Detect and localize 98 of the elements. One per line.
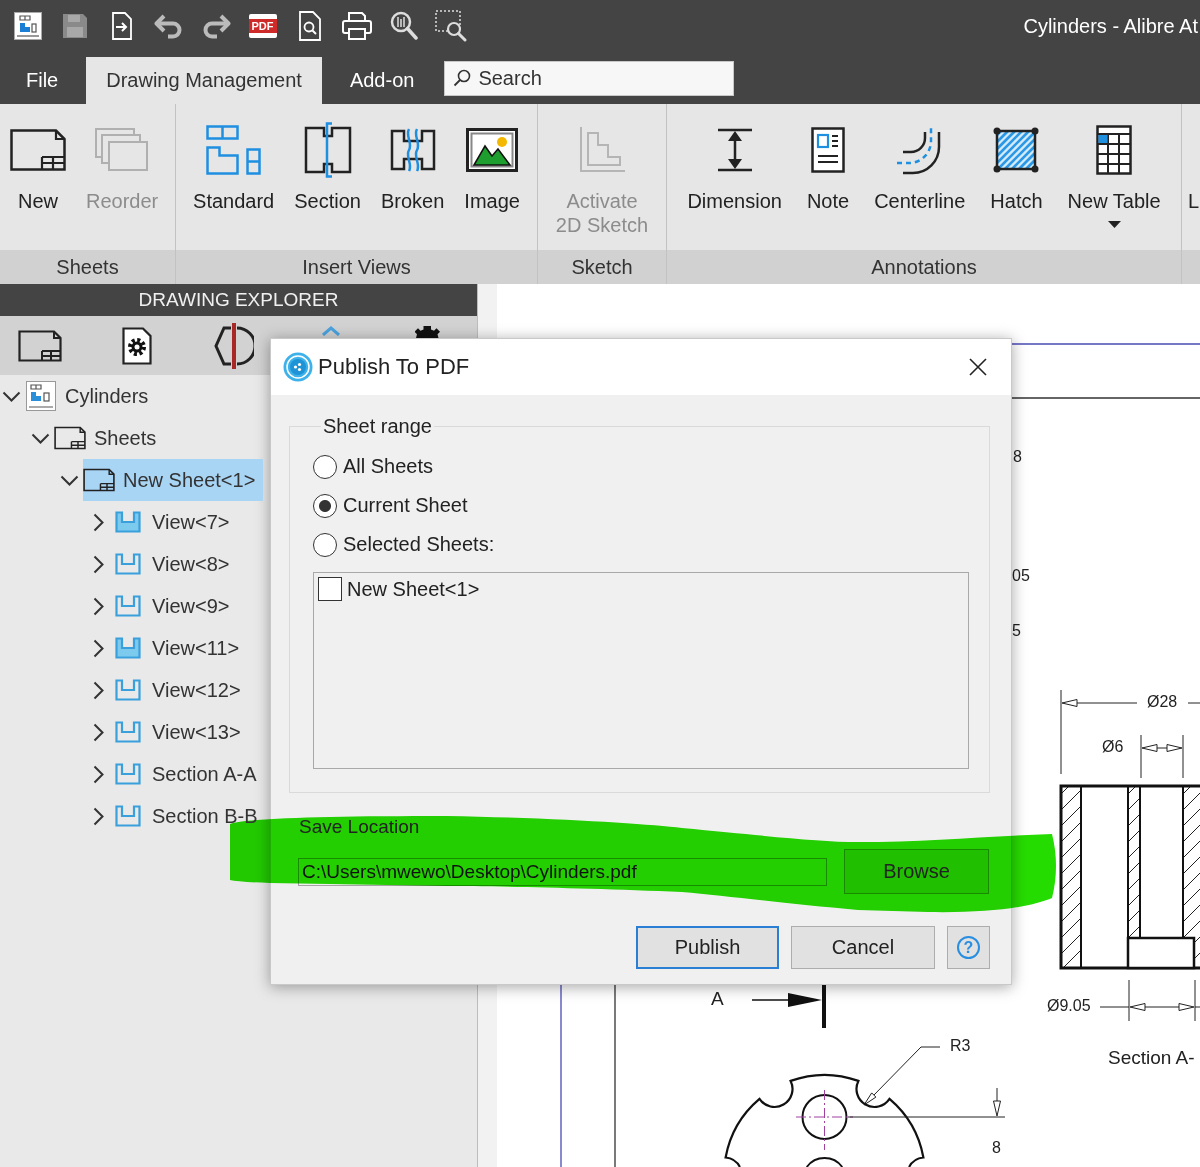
ribbon-button[interactable]: L <box>1188 122 1200 250</box>
dimension-label: 8 <box>992 1139 1001 1157</box>
chevron-right-icon[interactable] <box>92 806 104 826</box>
dimension-label: Ø6 <box>1102 738 1124 756</box>
checkbox[interactable] <box>318 577 342 601</box>
ribbon-group-label: Insert Views <box>302 255 411 279</box>
sketch-axes-icon <box>578 127 626 173</box>
picture-icon <box>466 128 519 172</box>
group-label: Sheet range <box>322 414 433 438</box>
dimension-label: R3 <box>950 1037 971 1055</box>
browse-button[interactable]: Browse <box>844 849 989 894</box>
sheet-icon <box>83 468 115 492</box>
menu-tab[interactable]: Add-on <box>329 57 435 104</box>
ribbon-button[interactable]: Dimension <box>687 122 782 250</box>
panel-title: DRAWING EXPLORER <box>0 284 477 316</box>
view-layout-icon <box>206 125 262 175</box>
settings-document-icon[interactable] <box>122 326 152 365</box>
pdf-button[interactable]: PDF <box>248 14 277 38</box>
tree-item[interactable]: Cylinders <box>25 375 157 417</box>
tree-item[interactable]: View<12> <box>112 669 249 711</box>
ribbon-button[interactable]: Centerline <box>874 122 966 250</box>
radio-button[interactable] <box>313 532 337 557</box>
search-field[interactable]: Search <box>444 60 735 96</box>
zoom-icon[interactable] <box>389 11 418 41</box>
view-caption: Section A- <box>1108 1047 1195 1068</box>
dimension-label: 8 <box>1013 448 1022 466</box>
chevron-right-icon[interactable] <box>92 638 104 658</box>
sheet-icon <box>10 129 66 171</box>
tree-item[interactable]: View<13> <box>112 711 249 753</box>
stacked-sheets-icon <box>95 128 150 172</box>
ribbon-button[interactable]: New <box>10 122 66 250</box>
tree-item[interactable]: Section B-B <box>112 795 266 837</box>
print-preview-icon[interactable] <box>298 11 321 41</box>
chevron-down-icon[interactable] <box>30 432 50 444</box>
note-icon <box>811 127 845 173</box>
radio-label: All Sheets <box>343 455 434 478</box>
ribbon-button[interactable]: Note <box>806 122 850 250</box>
ribbon-group-label: Annotations <box>871 255 977 279</box>
tree-item[interactable]: View<11> <box>112 627 248 669</box>
ribbon-button[interactable]: New Table <box>1067 122 1161 250</box>
dimension-label: Ø28 <box>1147 693 1178 711</box>
ribbon-button[interactable]: Broken <box>380 122 445 250</box>
radio-button[interactable] <box>313 493 337 518</box>
section-view-icon <box>303 122 352 178</box>
search-icon <box>453 68 472 87</box>
checkbox-label: New Sheet<1> <box>347 577 480 601</box>
chevron-right-icon[interactable] <box>92 554 104 574</box>
drawing-icon <box>26 381 56 411</box>
broken-view-icon <box>389 128 436 172</box>
chevron-right-icon[interactable] <box>92 680 104 700</box>
radio-label: Current Sheet <box>343 494 468 517</box>
dimension-icon <box>716 128 753 172</box>
ribbon-group-label: Sketch <box>571 255 633 279</box>
chevron-right-icon[interactable] <box>92 764 104 784</box>
chevron-down-icon[interactable] <box>1 390 21 402</box>
radio-label: Selected Sheets: <box>343 533 495 556</box>
ribbon-group-label: Sheets <box>56 255 119 279</box>
gear-icon[interactable] <box>415 326 441 338</box>
tree-item[interactable]: View<9> <box>112 585 238 627</box>
caret-down-icon[interactable] <box>1107 221 1121 228</box>
ribbon-button[interactable]: Hatch <box>990 122 1043 250</box>
close-icon[interactable] <box>969 358 987 376</box>
cutting-plane-label: A <box>711 988 724 1009</box>
publish-button[interactable]: Publish <box>636 926 779 969</box>
dimension-label: 5 <box>1012 622 1021 640</box>
chevron-down-icon[interactable] <box>59 474 79 486</box>
undo-icon[interactable] <box>153 13 184 39</box>
ribbon-button[interactable]: Image <box>464 122 520 250</box>
tree-item[interactable]: Sheets <box>54 417 165 459</box>
sheet-icon[interactable] <box>18 329 62 362</box>
chevron-right-icon[interactable] <box>92 596 104 616</box>
ribbon-button[interactable]: Section <box>294 122 361 250</box>
dimension-label: 05 <box>1012 567 1030 585</box>
menu-tab[interactable]: File <box>6 57 79 104</box>
hatch-icon <box>993 127 1040 173</box>
app-icon[interactable] <box>13 12 42 40</box>
chevron-right-icon[interactable] <box>92 722 104 742</box>
save-icon[interactable] <box>61 13 88 39</box>
dialog-logo-icon <box>283 352 313 382</box>
menu-tab[interactable]: Drawing Management <box>86 57 322 104</box>
field-label: Save Location <box>299 815 421 839</box>
zoom-window-icon[interactable] <box>434 10 467 42</box>
cancel-button[interactable]: Cancel <box>791 926 935 969</box>
dialog-title: Publish To PDF <box>318 354 470 380</box>
tree-item[interactable]: New Sheet<1> <box>83 459 264 501</box>
table-icon <box>1096 125 1133 175</box>
printer-icon[interactable] <box>341 12 372 40</box>
sheet-icon <box>54 426 86 450</box>
ribbon-button[interactable]: Standard <box>193 122 275 250</box>
radio-button[interactable] <box>313 454 337 479</box>
dimension-label: Ø9.05 <box>1047 997 1091 1015</box>
tree-item[interactable]: Section A-A <box>112 753 265 795</box>
tree-item[interactable]: View<7> <box>112 501 238 543</box>
chevron-right-icon[interactable] <box>92 512 104 532</box>
export-document-icon[interactable] <box>111 12 132 40</box>
tree-item[interactable]: View<8> <box>112 543 238 585</box>
section-marker-icon[interactable] <box>214 322 254 369</box>
window-title: Cylinders - Alibre At <box>1023 14 1199 38</box>
